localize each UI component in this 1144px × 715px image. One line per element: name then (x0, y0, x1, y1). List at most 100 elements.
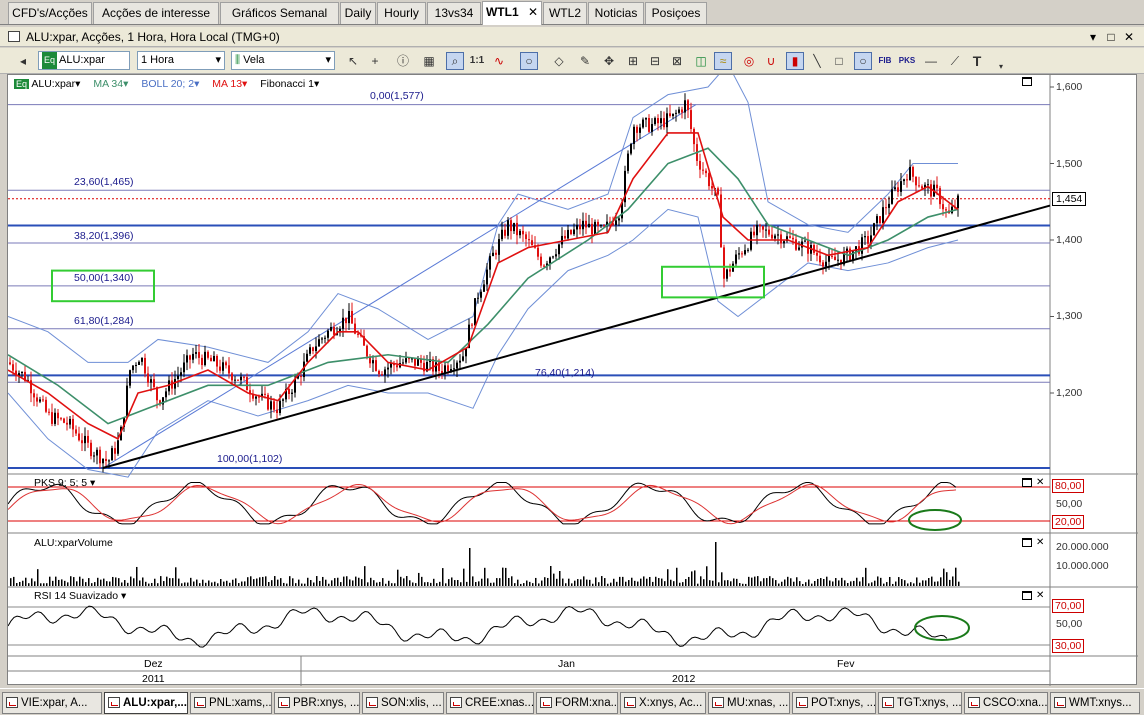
eraser-icon[interactable]: ◇ (550, 52, 568, 70)
taskbar-item[interactable]: FORM:xna... (536, 692, 618, 714)
dropdown-icon[interactable]: ▾ (1086, 27, 1100, 47)
taskbar-item[interactable]: PNL:xams,... (190, 692, 272, 714)
volume-bar (115, 577, 117, 586)
symbol-input[interactable]: Eq ALU:xpar (38, 51, 130, 70)
tab-hourly[interactable]: Hourly (377, 2, 426, 24)
pointer-icon[interactable]: ↖ (344, 52, 362, 70)
interval-select[interactable]: 1 Hora ▾ (137, 51, 225, 70)
panel-maximize-icon[interactable] (1022, 478, 1032, 487)
taskbar-item[interactable]: POT:xnys, ... (792, 692, 876, 714)
circle-tool-icon[interactable]: ○ (520, 52, 538, 70)
volume-bar (703, 579, 705, 586)
crosshair-icon[interactable]: + (366, 52, 384, 70)
volume-bar (166, 576, 168, 586)
interval-value: 1 Hora (141, 54, 175, 66)
candle-body (486, 269, 488, 285)
chart-type-select[interactable]: ⫼ Vela ▾ (231, 51, 335, 70)
rsi-panel-title[interactable]: RSI 14 Suavizado ▾ (34, 590, 126, 602)
zoom-icon[interactable]: ⌕ (446, 52, 464, 70)
tab-daily[interactable]: Daily (340, 2, 376, 24)
volume-bar (304, 583, 306, 586)
candle-body (96, 449, 98, 456)
taskbar-item[interactable]: WMT:xnys... (1050, 692, 1140, 714)
wave-icon[interactable]: ≈ (714, 52, 732, 70)
one-to-one-icon[interactable]: 1:1 (468, 52, 486, 70)
move-icon[interactable]: ✥ (600, 52, 618, 70)
panel-maximize-icon[interactable] (1022, 77, 1032, 86)
ellipse-tool-icon[interactable]: ○ (854, 52, 872, 70)
arrow-left-icon[interactable]: ◂ (14, 52, 32, 70)
taskbar-item[interactable]: TGT:xnys, ... (878, 692, 962, 714)
volume-bar (316, 576, 318, 586)
volume-panel-title[interactable]: ALU:xparVolume (34, 537, 113, 549)
swirl-icon[interactable]: ◎ (740, 52, 758, 70)
info-icon[interactable]: ⓘ (394, 52, 412, 70)
text-tool-icon[interactable]: T (968, 52, 986, 70)
tab-posicoes[interactable]: Posiçoes (645, 2, 707, 24)
hline-tool-icon[interactable]: — (922, 52, 940, 70)
chart-window-icon (1054, 697, 1066, 708)
candle-body (114, 448, 116, 454)
chart-icon[interactable]: ◫ (692, 52, 710, 70)
candle-body (99, 449, 101, 464)
tab-13vs34[interactable]: 13vs34 (427, 2, 481, 24)
volume-bar (736, 578, 738, 586)
taskbar-item[interactable]: VIE:xpar, A... (2, 692, 102, 714)
taskbar-item[interactable]: PBR:xnys, ... (274, 692, 360, 714)
legend-fibonacci[interactable]: Fibonacci 1 (260, 78, 314, 90)
tab-wtl2[interactable]: WTL2 (543, 2, 587, 24)
tab-wtl1[interactable]: WTL1 ✕ (482, 1, 542, 25)
panel-close-icon[interactable]: ✕ (1036, 477, 1044, 488)
panel-maximize-icon[interactable] (1022, 538, 1032, 547)
bars-icon[interactable]: ▮ (786, 52, 804, 70)
taskbar-item[interactable]: SON:xlis, ... (362, 692, 444, 714)
pks-tool-icon[interactable]: PKS (898, 52, 916, 70)
legend-boll[interactable]: BOLL 20; 2 (141, 78, 194, 90)
grid-icon[interactable]: ▦ (420, 52, 438, 70)
taskbar-item[interactable]: MU:xnas, ... (708, 692, 790, 714)
maximize-icon[interactable]: □ (1104, 27, 1118, 47)
magnet-icon[interactable]: ∪ (762, 52, 780, 70)
fib-tool-icon[interactable]: FIB (876, 52, 894, 70)
tab-cfds-accoes[interactable]: CFD's/Acções (8, 2, 92, 24)
tool-a-icon[interactable]: ⊞ (624, 52, 642, 70)
chart-area[interactable]: Eq ALU:xpar▾ MA 34▾ BOLL 20; 2▾ MA 13▾ F… (7, 74, 1138, 686)
candle-body (723, 247, 725, 279)
candle-body (663, 118, 665, 128)
volume-bar (556, 578, 558, 586)
volume-bar (535, 577, 537, 586)
taskbar-item[interactable]: CREE:xnas... (446, 692, 534, 714)
candle-body (330, 327, 332, 331)
panel-close-icon[interactable]: ✕ (1036, 590, 1044, 601)
taskbar-item[interactable]: X:xnys, Ac... (620, 692, 706, 714)
tool-b-icon[interactable]: ⊟ (646, 52, 664, 70)
legend-ma13[interactable]: MA 13 (212, 78, 242, 90)
pks-line (8, 481, 957, 525)
volume-bar (841, 577, 843, 586)
tab-graficos-semanal[interactable]: Gráficos Semanal (220, 2, 339, 24)
volume-bar (226, 580, 228, 586)
taskbar-item[interactable]: CSCO:xna... (964, 692, 1048, 714)
legend-ma34[interactable]: MA 34 (93, 78, 123, 90)
volume-bar (856, 577, 858, 586)
rectangle-tool-icon[interactable]: □ (830, 52, 848, 70)
pencil-icon[interactable]: ✎ (576, 52, 594, 70)
volume-bar (406, 576, 408, 586)
close-icon[interactable]: ✕ (528, 5, 538, 19)
indicator-icon[interactable]: ∿ (490, 52, 508, 70)
panel-close-icon[interactable]: ✕ (1036, 537, 1044, 548)
volume-bar (616, 581, 618, 586)
taskbar-item[interactable]: ALU:xpar,... (104, 692, 188, 714)
line-tool-icon[interactable]: ╲ (808, 52, 826, 70)
tab-noticias[interactable]: Noticias (588, 2, 644, 24)
candle-body (288, 388, 290, 394)
panel-maximize-icon[interactable] (1022, 591, 1032, 600)
volume-bar (280, 578, 282, 586)
tab-accoes-de-interesse[interactable]: Acções de interesse (93, 2, 219, 24)
candle-body (873, 223, 875, 236)
legend-symbol[interactable]: ALU:xpar (31, 78, 75, 90)
close-window-icon[interactable]: ✕ (1122, 27, 1136, 47)
pks-panel-title[interactable]: PKS 9; 5; 5 ▾ (34, 477, 95, 489)
tool-c-icon[interactable]: ⊠ (668, 52, 686, 70)
trend-tool-icon[interactable]: ⟋ (946, 52, 964, 70)
